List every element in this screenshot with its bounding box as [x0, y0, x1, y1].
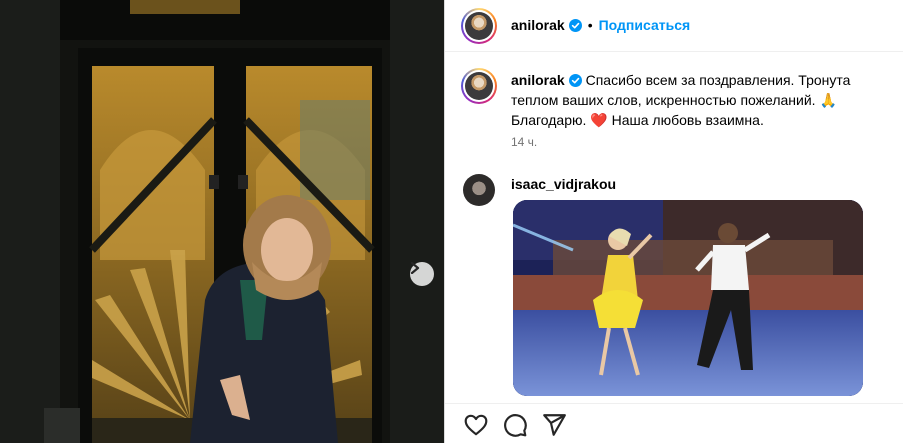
post-media[interactable] — [0, 0, 444, 443]
author-username[interactable]: anilorak — [511, 17, 565, 33]
follow-button[interactable]: Подписаться — [599, 17, 691, 33]
dance-gif-image — [513, 200, 863, 396]
post-side-panel: anilorak • Подписаться anilorak Спасибо вс… — [444, 0, 903, 443]
chevron-right-icon — [410, 262, 420, 274]
commenter-avatar[interactable] — [463, 174, 495, 206]
commenter-username[interactable]: isaac_vidjrakou — [511, 176, 616, 192]
caption-body: anilorak Спасибо всем за поздравления. Т… — [511, 70, 891, 130]
verified-badge-icon — [568, 19, 582, 32]
header-separator: • — [587, 17, 593, 33]
post-photo — [0, 0, 444, 443]
paper-plane-icon[interactable] — [541, 412, 567, 438]
comment-gif[interactable] — [513, 200, 863, 396]
post-header: anilorak • Подписаться — [445, 0, 903, 52]
post-actions-bar — [445, 403, 903, 443]
author-avatar[interactable] — [461, 8, 497, 44]
caption-author-avatar[interactable] — [461, 68, 497, 104]
caption-author-username[interactable]: anilorak — [511, 72, 565, 88]
verified-badge-icon — [568, 74, 582, 87]
comment-bubble-icon[interactable] — [502, 412, 528, 438]
carousel-next-button[interactable] — [410, 262, 434, 286]
heart-icon[interactable] — [463, 412, 489, 438]
post-timestamp[interactable]: 14 ч. — [511, 135, 537, 149]
